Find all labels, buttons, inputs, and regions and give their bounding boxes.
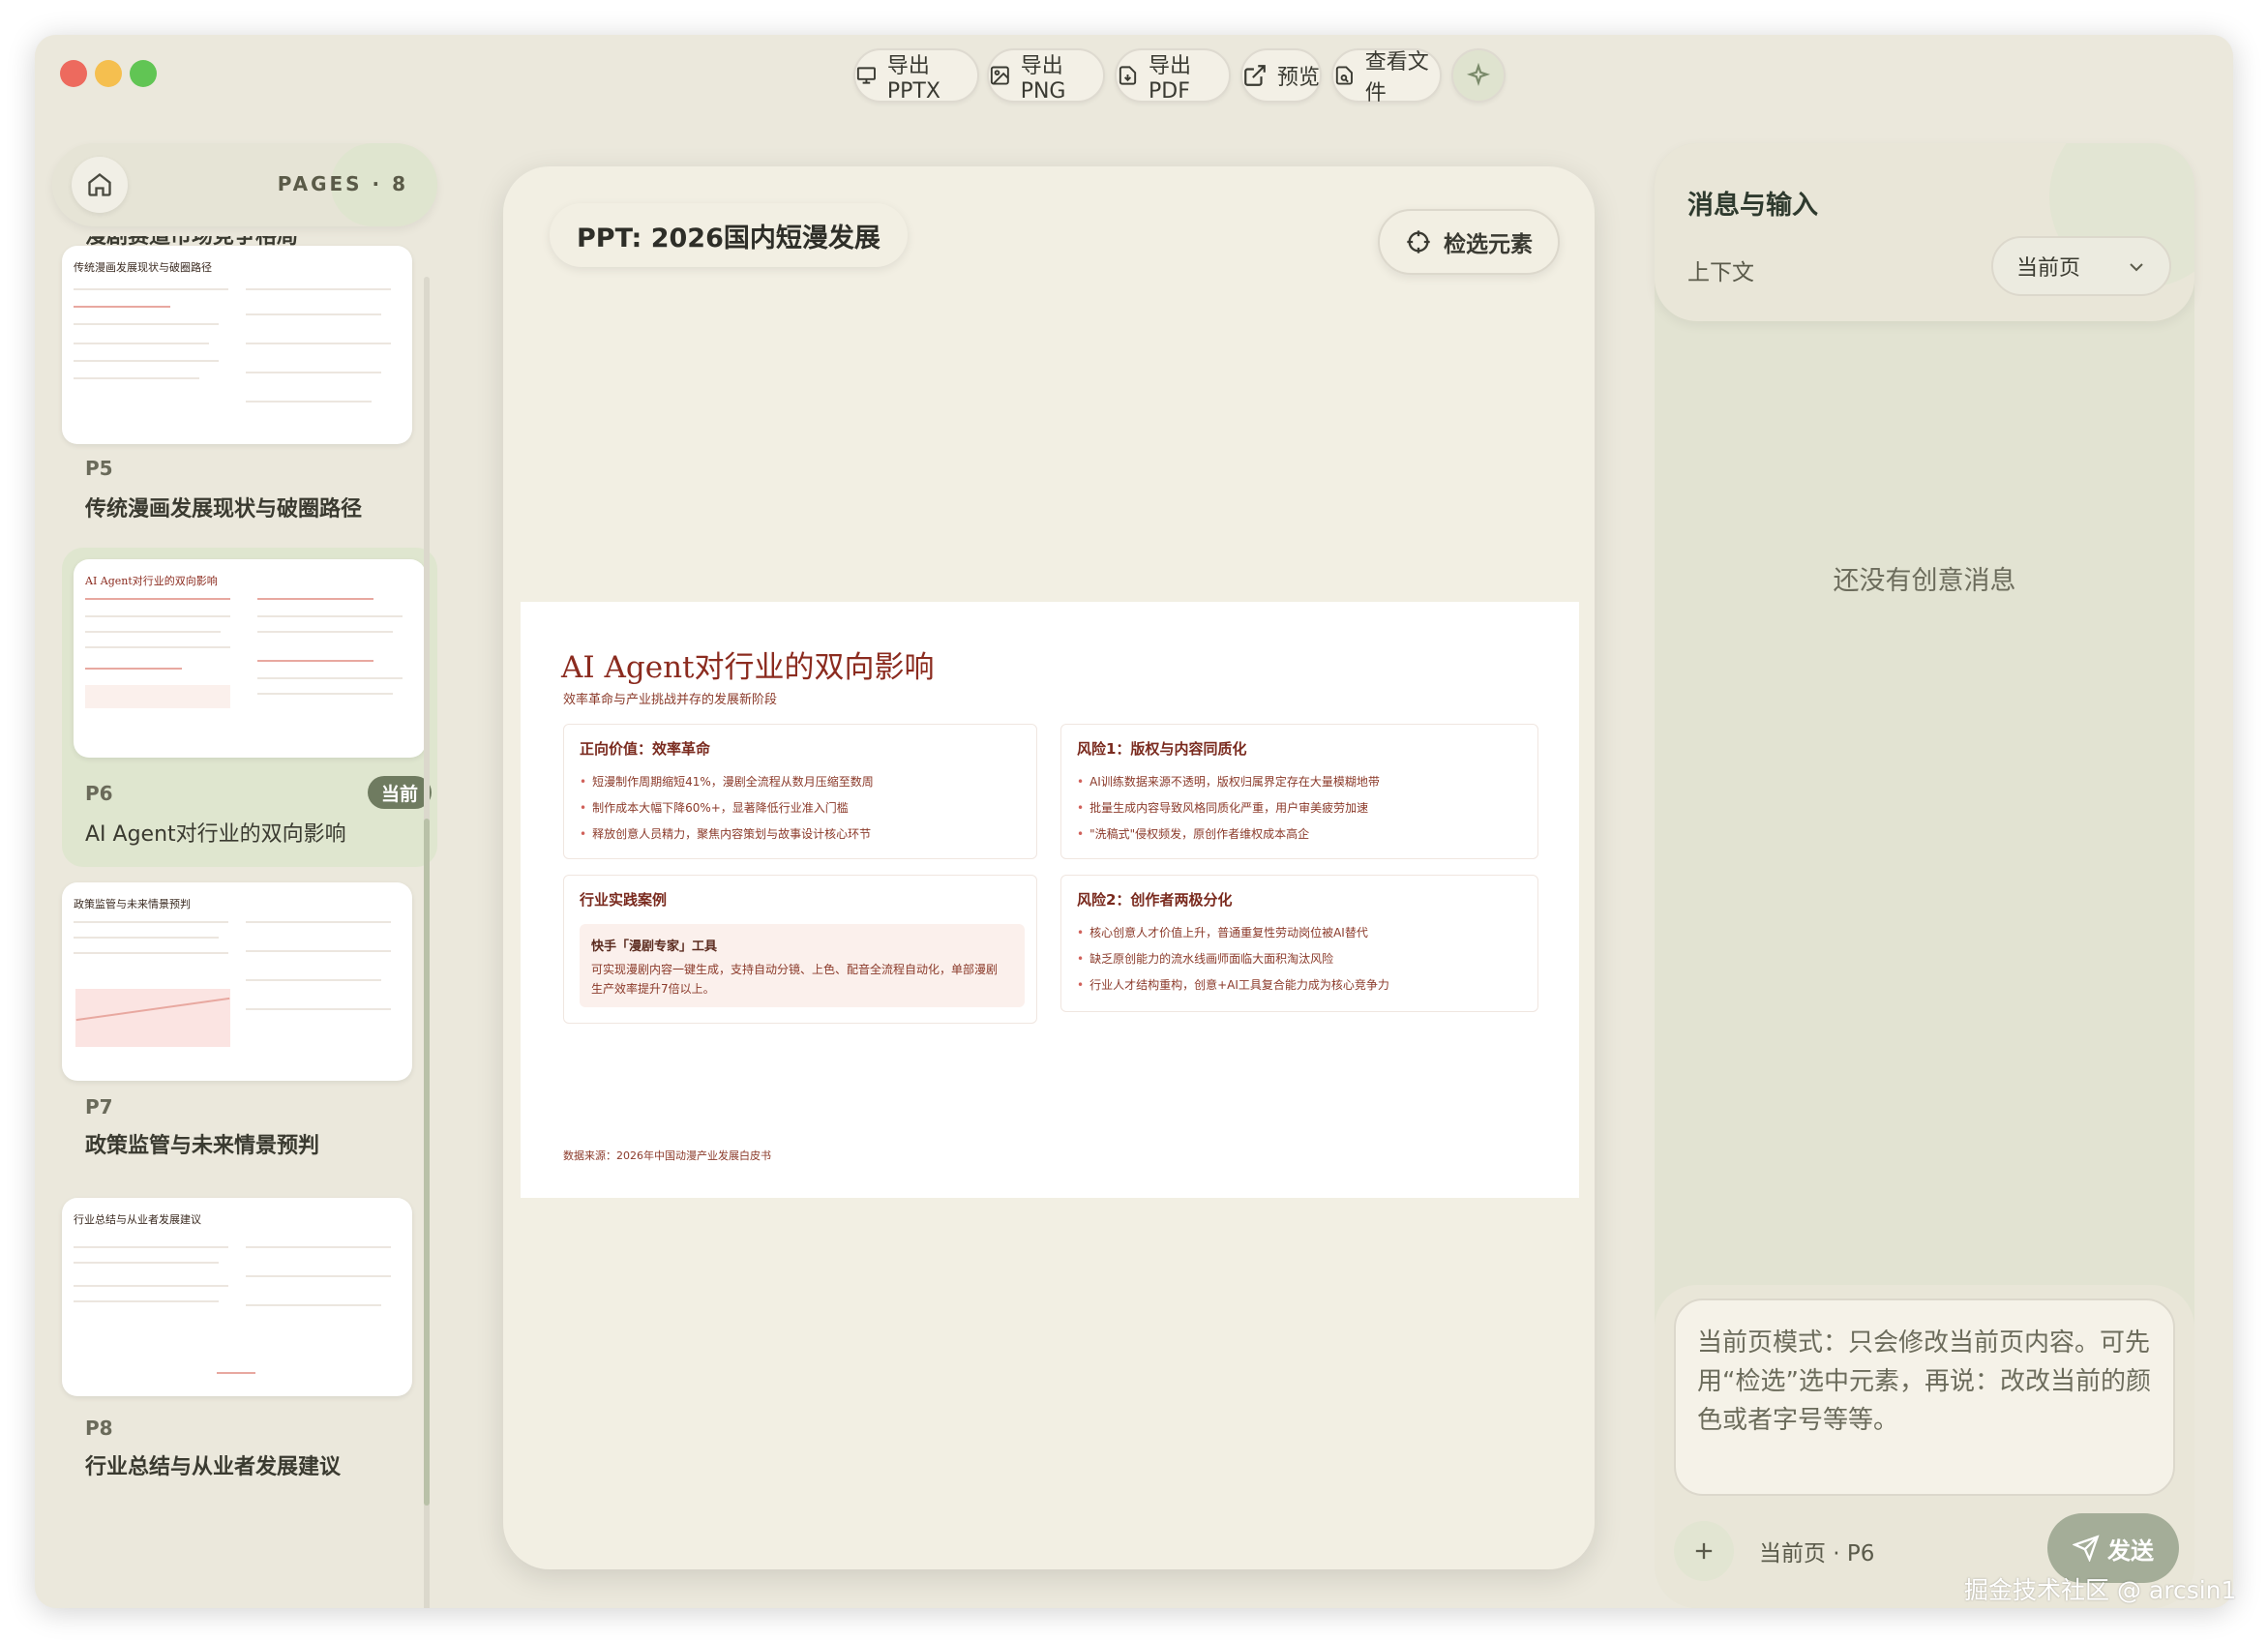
slide-title[interactable]: 政策监管与未来情景预判 — [85, 1128, 319, 1159]
input-area: 当前页模式：只会修改当前页内容。可先用“检选”选中元素，再说：改改当前的颜色或者… — [1655, 1285, 2194, 1608]
ppt-title: PPT: 2026国内短漫发展 — [550, 203, 908, 267]
send-label: 发送 — [2107, 1537, 2154, 1565]
context-value: 当前页 — [2016, 256, 2081, 281]
case-box: 快手「漫剧专家」工具 可实现漫剧内容一键生成，支持自动分镜、上色、配音全流程自动… — [580, 924, 1025, 1007]
slide-thumb-p6[interactable]: AI Agent对行业的双向影响 P6 当前 AI Agent对行业的双向影响 — [62, 548, 437, 867]
sidebar-scroll-thumb[interactable] — [424, 819, 430, 1506]
slides-sidebar: PAGES · 8 漫剧赛道市场竞争格局 传统漫画发展现状与破圈路径 P5 传统… — [52, 143, 449, 1604]
view-files-label: 查看文件 — [1364, 50, 1429, 105]
slide-preview: AI Agent对行业的双向影响 — [74, 559, 426, 758]
message-header: 消息与输入 上下文 当前页 — [1655, 143, 2194, 321]
bullet: 行业人才结构重构，创意+AI工具复合能力成为核心竞争力 — [1077, 976, 1389, 993]
bullet: AI训练数据来源不透明，版权归属界定存在大量模糊地带 — [1077, 773, 1380, 790]
slide-number: P6 — [85, 782, 113, 805]
page-mode-indicator: 当前页 · P6 — [1759, 1541, 1875, 1566]
current-badge: 当前 — [367, 776, 432, 809]
export-pdf-label: 导出 PDF — [1149, 53, 1192, 104]
preview-button[interactable]: 预览 — [1240, 48, 1322, 103]
view-files-button[interactable]: 查看文件 — [1331, 48, 1442, 105]
slide-preview: 传统漫画发展现状与破圈路径 — [62, 246, 412, 444]
slide-number: P5 — [85, 457, 113, 480]
file-download-icon — [1119, 66, 1137, 85]
preview-label: 预览 — [1277, 66, 1321, 90]
slide-list[interactable]: 漫剧赛道市场竞争格局 传统漫画发展现状与破圈路径 P5 传统漫画发展现状与破圈路… — [52, 236, 437, 1604]
pages-count: PAGES · 8 — [277, 172, 408, 195]
sparkle-icon — [1466, 63, 1491, 87]
slide-thumb-p8[interactable]: 行业总结与从业者发展建议 — [52, 1198, 437, 1401]
message-panel: 消息与输入 上下文 当前页 还没有创意消息 当前页模式：只会修改当前页内容。可先… — [1655, 143, 2194, 1608]
card-risk-copyright[interactable]: 风险1：版权与内容同质化 AI训练数据来源不透明，版权归属界定存在大量模糊地带 … — [1060, 724, 1538, 859]
close-window-button[interactable] — [60, 60, 87, 87]
app-window: 导出 PPTX 导出 PNG 导出 PDF 预览 查看文件 PAGES · 8 … — [35, 35, 2233, 1608]
context-label: 上下文 — [1687, 260, 1754, 285]
slide-thumb-p5[interactable]: 传统漫画发展现状与破圈路径 — [52, 246, 437, 449]
external-link-icon — [1244, 65, 1266, 86]
chevron-down-icon — [2130, 263, 2143, 272]
title-bar: 导出 PPTX 导出 PNG 导出 PDF 预览 查看文件 — [35, 35, 2233, 118]
watermark: 掘金技术社区 @ arcsin1 — [1964, 1576, 2237, 1604]
export-png-button[interactable]: 导出 PNG — [987, 48, 1105, 104]
slide-editor-panel: PPT: 2026国内短漫发展 检选元素 AI Agent对行业的双向影响 效率… — [503, 166, 1595, 1569]
card-risk-polarization[interactable]: 风险2：创作者两极分化 核心创意人才价值上升，普通重复性劳动岗位被AI替代 缺乏… — [1060, 875, 1538, 1012]
message-title: 消息与输入 — [1687, 191, 1818, 221]
bullet: 缺乏原创能力的流水线画师面临大面积淘汰风险 — [1077, 950, 1333, 967]
slide-preview: 政策监管与未来情景预判 — [62, 882, 412, 1081]
minimize-window-button[interactable] — [95, 60, 122, 87]
bullet: 释放创意人员精力，聚焦内容策划与故事设计核心环节 — [580, 825, 871, 842]
presentation-icon — [856, 67, 876, 84]
card-positive-value[interactable]: 正向价值：效率革命 短漫制作周期缩短41%，漫剧全流程从数月压缩至数周 制作成本… — [563, 724, 1037, 859]
slide-title[interactable]: 传统漫画发展现状与破圈路径 — [85, 492, 362, 522]
send-icon — [2073, 1535, 2100, 1562]
add-button[interactable] — [1674, 1521, 1734, 1581]
select-element-label: 检选元素 — [1444, 232, 1533, 257]
context-select[interactable]: 当前页 — [1991, 236, 2171, 296]
bullet: 批量生成内容导致风格同质化严重，用户审美疲劳加速 — [1077, 799, 1368, 816]
message-input[interactable]: 当前页模式：只会修改当前页内容。可先用“检选”选中元素，再说：改改当前的颜色或者… — [1674, 1298, 2175, 1496]
bullet: "洗稿式"侵权频发，原创作者维权成本高企 — [1077, 825, 1309, 842]
bullet: 核心创意人才价值上升，普通重复性劳动岗位被AI替代 — [1077, 924, 1368, 940]
slide-number: P7 — [85, 1095, 113, 1119]
export-png-label: 导出 PNG — [1020, 53, 1066, 104]
maximize-window-button[interactable] — [130, 60, 157, 87]
slide-canvas[interactable]: AI Agent对行业的双向影响 效率革命与产业挑战并存的发展新阶段 正向价值：… — [521, 602, 1579, 1198]
slide-heading[interactable]: AI Agent对行业的双向影响 — [561, 642, 935, 686]
export-pptx-button[interactable]: 导出 PPTX — [853, 48, 979, 104]
slide-subtitle[interactable]: 效率革命与产业挑战并存的发展新阶段 — [563, 689, 777, 707]
bullet: 制作成本大幅下降60%+，显著降低行业准入门槛 — [580, 799, 849, 816]
home-icon — [88, 173, 111, 196]
sidebar-header: PAGES · 8 — [52, 143, 437, 226]
bullet: 短漫制作周期缩短41%，漫剧全流程从数月压缩至数周 — [580, 773, 874, 790]
slide-title[interactable]: 行业总结与从业者发展建议 — [85, 1449, 341, 1480]
slide-title[interactable]: AI Agent对行业的双向影响 — [85, 817, 346, 848]
export-pptx-label: 导出 PPTX — [886, 53, 940, 104]
home-button[interactable] — [72, 157, 128, 213]
card-case-study[interactable]: 行业实践案例 快手「漫剧专家」工具 可实现漫剧内容一键生成，支持自动分镜、上色、… — [563, 875, 1037, 1024]
image-icon — [990, 66, 1009, 85]
empty-state: 还没有创意消息 — [1833, 566, 2016, 596]
crosshair-icon — [1407, 230, 1430, 254]
magic-button[interactable] — [1451, 48, 1506, 103]
slide-number: P8 — [85, 1417, 113, 1440]
data-source[interactable]: 数据来源：2026年中国动漫产业发展白皮书 — [563, 1148, 771, 1163]
file-search-icon — [1335, 66, 1353, 85]
select-element-button[interactable]: 检选元素 — [1378, 209, 1560, 275]
export-pdf-button[interactable]: 导出 PDF — [1115, 48, 1231, 104]
slide-preview: 行业总结与从业者发展建议 — [62, 1198, 412, 1396]
plus-icon — [1695, 1542, 1713, 1560]
slide-thumb-p7[interactable]: 政策监管与未来情景预判 — [52, 882, 437, 1086]
